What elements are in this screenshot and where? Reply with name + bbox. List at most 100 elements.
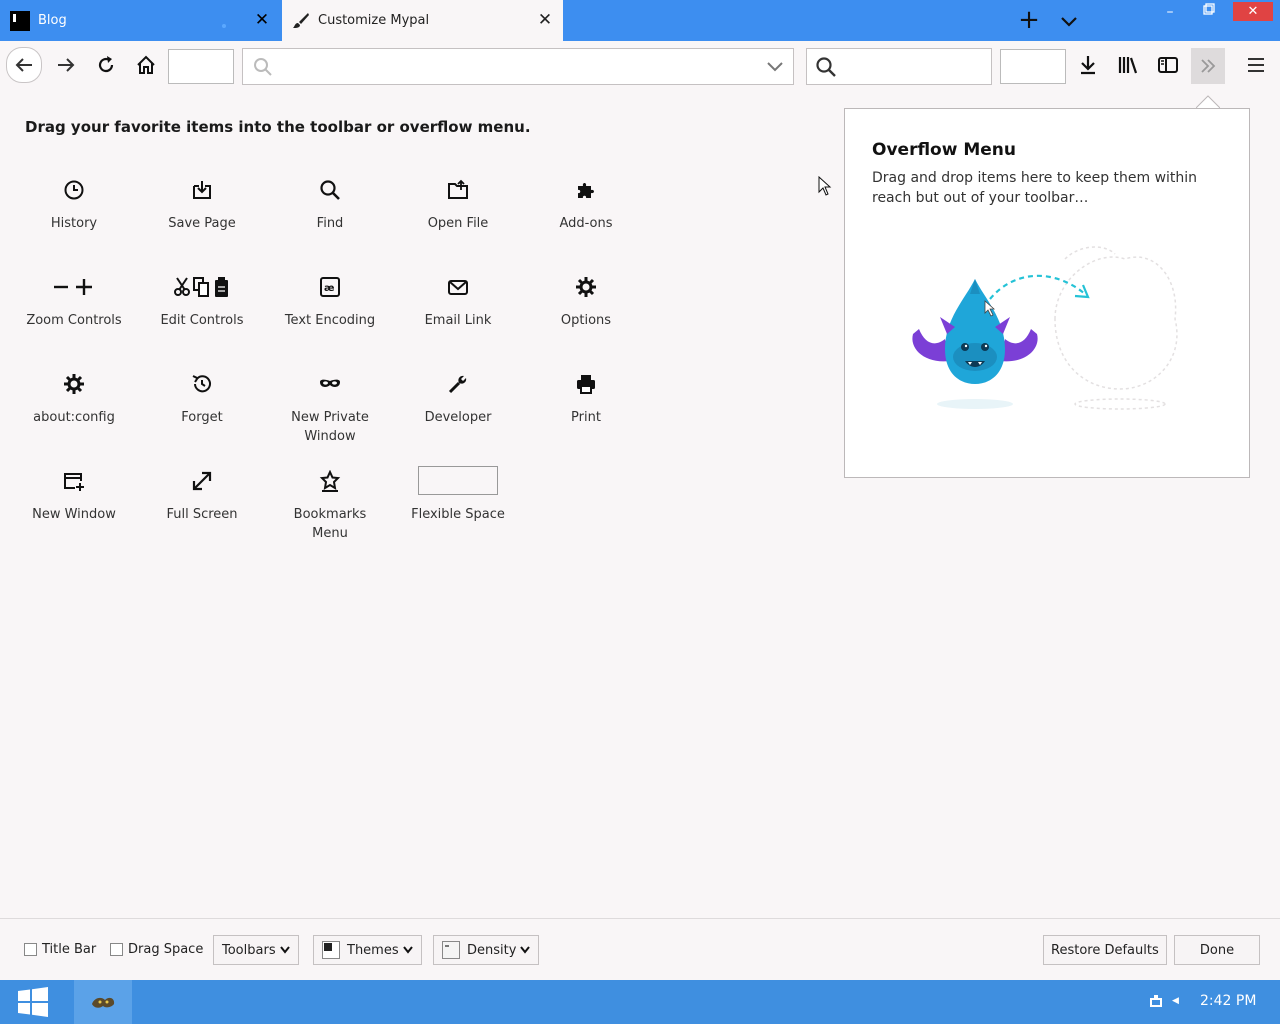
palette-item-label: Bookmarks Menu [293, 507, 367, 541]
title-bar-checkbox[interactable]: Title Bar [24, 942, 96, 957]
new-window-icon [64, 473, 84, 491]
density-swatch-icon [442, 941, 460, 959]
text-encoding-icon: æ [320, 277, 340, 297]
taskbar-mypal-app[interactable] [74, 980, 132, 1024]
windows-start-icon[interactable] [16, 986, 50, 1018]
palette-item-about-config[interactable]: about:config [10, 370, 138, 427]
palette-item-new-private-window[interactable]: New Private Window [266, 370, 394, 446]
customize-footer: Title Bar Drag Space Toolbars Themes Den… [0, 918, 1280, 980]
done-button[interactable]: Done [1174, 935, 1260, 965]
palette-item-label: History [50, 216, 98, 231]
themes-dropdown[interactable]: Themes [313, 935, 422, 965]
mouse-cursor-icon [818, 176, 832, 196]
reload-button[interactable] [90, 49, 122, 81]
palette-item-options[interactable]: Options [522, 273, 650, 330]
density-dropdown[interactable]: Density [433, 935, 540, 965]
library-button[interactable] [1112, 49, 1144, 81]
new-tab-button[interactable]: + [1016, 7, 1042, 34]
restore-defaults-label: Restore Defaults [1051, 942, 1159, 958]
chevron-down-icon [402, 946, 413, 954]
expand-arrows-icon [192, 471, 212, 491]
back-button[interactable] [6, 47, 42, 83]
palette-item-label: New Private Window [291, 410, 369, 444]
themes-label: Themes [347, 942, 399, 958]
minimize-window-button[interactable]: – [1160, 4, 1180, 20]
tab-blog[interactable]: Blog ✕ [0, 0, 280, 41]
overflow-panel-description: Drag and drop items here to keep them wi… [872, 170, 1198, 206]
navigation-toolbar [0, 41, 1280, 91]
palette-item-label: Options [560, 313, 612, 328]
palette-item-add-ons[interactable]: Add-ons [522, 176, 650, 233]
zoom-minus-plus-icon [54, 279, 92, 295]
palette-item-label: Open File [427, 216, 489, 231]
search-bar[interactable] [806, 48, 992, 85]
overflow-menu-panel[interactable]: Overflow Menu Drag and drop items here t… [844, 108, 1250, 478]
close-window-button[interactable]: ✕ [1233, 2, 1273, 21]
bookmark-star-icon [319, 470, 341, 492]
palette-item-label: Email Link [424, 313, 492, 328]
close-tab-icon[interactable]: ✕ [252, 10, 272, 30]
tab-strip: Blog ✕ Customize Mypal ✕ + – ✕ [0, 0, 1280, 41]
toolbars-label: Toolbars [222, 942, 276, 958]
puzzle-piece-icon [578, 183, 594, 198]
tray-expand-icon[interactable]: ◀ [1172, 996, 1179, 1006]
palette-item-developer[interactable]: Developer [394, 370, 522, 427]
home-button[interactable] [130, 49, 162, 81]
palette-item-label: Zoom Controls [26, 313, 122, 328]
download-arrow-icon [1081, 56, 1095, 75]
sidebar-button[interactable] [1152, 49, 1184, 81]
wrench-icon [448, 375, 467, 394]
checkbox-box[interactable] [24, 943, 37, 956]
arrow-right-icon [58, 58, 75, 72]
taskbar-clock[interactable]: 2:42 PM [1200, 993, 1256, 1009]
palette-item-open-file[interactable]: Open File [394, 176, 522, 233]
paintbrush-icon [293, 12, 309, 28]
chevron-down-icon [520, 946, 531, 954]
close-tab-icon[interactable]: ✕ [535, 10, 555, 30]
palette-item-label: Text Encoding [284, 313, 376, 328]
url-bar[interactable] [242, 48, 794, 85]
palette-item-text-encoding[interactable]: æ Text Encoding [266, 273, 394, 330]
downloads-button[interactable] [1072, 49, 1104, 81]
palette-heading: Drag your favorite items into the toolba… [25, 118, 531, 136]
drag-space-checkbox[interactable]: Drag Space [110, 942, 203, 957]
palette-item-find[interactable]: Find [266, 176, 394, 233]
palette-item-full-screen[interactable]: Full Screen [138, 467, 266, 524]
palette-item-bookmarks-menu[interactable]: Bookmarks Menu [266, 467, 394, 543]
double-chevron-right-icon [1201, 59, 1216, 73]
overflow-menu-button[interactable] [1191, 48, 1225, 84]
palette-item-save-page[interactable]: Save Page [138, 176, 266, 233]
palette-item-email-link[interactable]: Email Link [394, 273, 522, 330]
flexible-space-slot[interactable] [1000, 49, 1066, 84]
restore-window-button[interactable] [1198, 3, 1218, 19]
palette-item-flexible-space[interactable]: Flexible Space [394, 465, 522, 524]
folder-open-icon [448, 179, 468, 199]
restore-defaults-button[interactable]: Restore Defaults [1043, 935, 1167, 965]
flexible-space-slot[interactable] [168, 49, 234, 84]
palette-item-new-window[interactable]: New Window [10, 467, 138, 524]
palette-item-label: Save Page [168, 216, 236, 231]
palette-item-edit-controls[interactable]: Edit Controls [138, 273, 266, 330]
palette-item-label: Find [316, 216, 344, 231]
checkbox-box[interactable] [110, 943, 123, 956]
arrow-left-icon [15, 58, 32, 72]
network-tray-icon[interactable] [1148, 994, 1164, 1010]
chevron-down-icon[interactable] [767, 61, 783, 73]
palette-item-label: New Window [32, 507, 116, 522]
save-page-icon [193, 181, 211, 199]
palette-item-label: Forget [181, 410, 223, 425]
palette-item-zoom-controls[interactable]: Zoom Controls [10, 273, 138, 330]
palette-item-print[interactable]: Print [522, 370, 650, 427]
palette-item-label: Edit Controls [160, 313, 244, 328]
tab-label: Blog [38, 13, 67, 28]
palette-item-label: Full Screen [166, 507, 238, 522]
toolbars-dropdown[interactable]: Toolbars [213, 935, 299, 965]
palette-item-history[interactable]: History [10, 176, 138, 233]
hamburger-menu-button[interactable] [1240, 49, 1272, 81]
palette-item-forget[interactable]: Forget [138, 370, 266, 427]
palette-item-label: Flexible Space [411, 507, 505, 522]
forward-button[interactable] [50, 49, 82, 81]
chevron-down-icon[interactable] [1058, 10, 1080, 32]
tab-customize[interactable]: Customize Mypal ✕ [282, 0, 563, 41]
tab-label: Customize Mypal [318, 13, 430, 28]
